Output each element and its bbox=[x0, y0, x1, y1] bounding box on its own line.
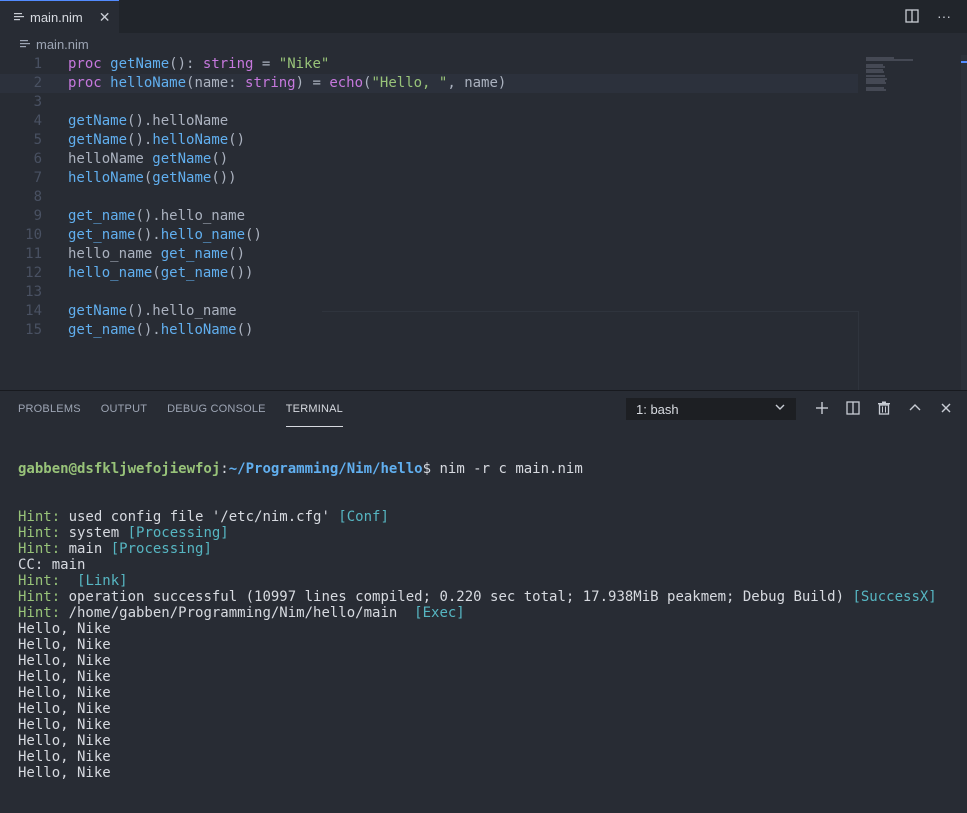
more-actions-icon[interactable]: ··· bbox=[935, 7, 953, 25]
code-line[interactable]: 8 bbox=[0, 188, 858, 207]
terminal-line: Hello, Nike bbox=[18, 717, 111, 733]
chevron-down-icon bbox=[774, 401, 786, 416]
breadcrumb-file[interactable]: main.nim bbox=[36, 37, 89, 52]
terminal-line: Hello, Nike bbox=[18, 653, 111, 669]
code-line[interactable]: 13 bbox=[0, 283, 858, 302]
overview-ruler[interactable] bbox=[961, 55, 967, 390]
tab-main-nim[interactable]: main.nim ✕ bbox=[0, 0, 119, 33]
terminal-line: Hint: main [Processing] bbox=[18, 541, 212, 557]
terminal-line: CC: main bbox=[18, 557, 86, 573]
code-text: hello_name get_name() bbox=[68, 246, 246, 262]
code-text: get_name().hello_name bbox=[68, 208, 246, 224]
prompt-command: $ nim -r c main.nim bbox=[422, 461, 583, 477]
code-line[interactable]: 2 proc helloName(name: string) = echo("He… bbox=[0, 74, 858, 93]
code-text: getName().helloName() bbox=[68, 132, 246, 148]
prompt-user: gabben@dsfkljwefojiewfoj bbox=[18, 461, 221, 477]
minimap-line bbox=[866, 59, 913, 62]
split-editor-icon[interactable] bbox=[903, 7, 921, 25]
tab-debug-console[interactable]: DEBUG CONSOLE bbox=[167, 391, 266, 427]
line-number: 4 bbox=[33, 113, 42, 129]
file-lines-icon bbox=[20, 40, 30, 48]
code-text: helloName getName() bbox=[68, 151, 229, 167]
trash-icon[interactable] bbox=[874, 398, 893, 418]
bottom-panel: PROBLEMS OUTPUT DEBUG CONSOLE TERMINAL 1: b… bbox=[0, 390, 967, 781]
line-number: 13 bbox=[25, 284, 42, 300]
code-text: get_name().hello_name() bbox=[68, 227, 262, 243]
terminal-select[interactable]: 1: bash bbox=[626, 398, 796, 420]
tab-label: main.nim bbox=[30, 9, 83, 25]
line-number: 2 bbox=[33, 75, 42, 91]
code-text: proc helloName(name: string) = echo("Hel… bbox=[68, 75, 507, 91]
code-text: proc getName(): string = "Nike" bbox=[68, 56, 330, 72]
terminal-select-value: 1: bash bbox=[636, 401, 679, 417]
terminal-line: Hello, Nike bbox=[18, 765, 111, 781]
terminal-line: Hello, Nike bbox=[18, 685, 111, 701]
tab-problems[interactable]: PROBLEMS bbox=[18, 391, 81, 427]
line-number: 6 bbox=[33, 151, 42, 167]
code-line[interactable]: 1 proc getName(): string = "Nike" bbox=[0, 55, 858, 74]
code-line[interactable]: 11 hello_name get_name() bbox=[0, 245, 858, 264]
maximize-panel-icon[interactable] bbox=[905, 398, 924, 418]
code-text: helloName(getName()) bbox=[68, 170, 237, 186]
line-number: 15 bbox=[25, 322, 42, 338]
tab-terminal[interactable]: TERMINAL bbox=[285, 391, 343, 427]
line-number: 7 bbox=[33, 170, 42, 186]
terminal-line: Hint: used config file '/etc/nim.cfg' [C… bbox=[18, 509, 389, 525]
minimap-line bbox=[866, 82, 886, 85]
close-icon[interactable]: ✕ bbox=[99, 10, 111, 24]
terminal-output[interactable]: gabben@dsfkljwefojiewfoj:~/Programming/N… bbox=[18, 429, 958, 813]
editor-overlay-region bbox=[322, 311, 859, 391]
file-lines-icon bbox=[14, 13, 24, 21]
minimap-line bbox=[866, 70, 884, 73]
code-text: get_name().helloName() bbox=[68, 322, 254, 338]
terminal-line: Hint: [Link] bbox=[18, 573, 128, 589]
terminal-line: Hello, Nike bbox=[18, 637, 111, 653]
code-editor[interactable]: 1 proc getName(): string = "Nike" 2 proc he… bbox=[0, 55, 967, 391]
terminal-line: Hello, Nike bbox=[18, 621, 111, 637]
line-number: 14 bbox=[25, 303, 42, 319]
close-panel-icon[interactable] bbox=[936, 398, 955, 418]
tab-output[interactable]: OUTPUT bbox=[101, 391, 147, 427]
new-terminal-icon[interactable] bbox=[812, 398, 831, 418]
line-number: 9 bbox=[33, 208, 42, 224]
code-line[interactable]: 6 helloName getName() bbox=[0, 150, 858, 169]
terminal-line: Hello, Nike bbox=[18, 749, 111, 765]
line-number: 8 bbox=[33, 189, 42, 205]
line-number: 1 bbox=[33, 56, 42, 72]
breadcrumb: main.nim bbox=[0, 33, 967, 55]
line-number: 10 bbox=[25, 227, 42, 243]
terminal-line: Hint: system [Processing] bbox=[18, 525, 229, 541]
code-line[interactable]: 10 get_name().hello_name() bbox=[0, 226, 858, 245]
split-terminal-icon[interactable] bbox=[843, 398, 862, 418]
line-number: 3 bbox=[33, 94, 42, 110]
terminal-line: Hello, Nike bbox=[18, 733, 111, 749]
line-number: 12 bbox=[25, 265, 42, 281]
code-line[interactable]: 5 getName().helloName() bbox=[0, 131, 858, 150]
code-text: getName().hello_name bbox=[68, 303, 237, 319]
code-line[interactable]: 7 helloName(getName()) bbox=[0, 169, 858, 188]
terminal-prompt-line: gabben@dsfkljwefojiewfoj:~/Programming/N… bbox=[18, 461, 583, 477]
terminal-line: Hello, Nike bbox=[18, 669, 111, 685]
minimap-line bbox=[866, 89, 886, 92]
editor-tab-bar: main.nim ✕ ··· bbox=[0, 0, 967, 33]
code-line[interactable]: 3 bbox=[0, 93, 858, 112]
prompt-path: ~/Programming/Nim/hello bbox=[228, 461, 423, 477]
terminal-line: Hint: operation successful (10997 lines … bbox=[18, 589, 937, 605]
minimap[interactable] bbox=[858, 55, 967, 390]
code-text: getName().helloName bbox=[68, 113, 229, 129]
line-number: 5 bbox=[33, 132, 42, 148]
terminal-line: Hello, Nike bbox=[18, 701, 111, 717]
line-number: 11 bbox=[25, 246, 42, 262]
code-text: hello_name(get_name()) bbox=[68, 265, 254, 281]
code-line[interactable]: 9 get_name().hello_name bbox=[0, 207, 858, 226]
code-line[interactable]: 4 getName().helloName bbox=[0, 112, 858, 131]
terminal-line: Hint: /home/gabben/Programming/Nim/hello… bbox=[18, 605, 465, 621]
code-line[interactable]: 12 hello_name(get_name()) bbox=[0, 264, 858, 283]
